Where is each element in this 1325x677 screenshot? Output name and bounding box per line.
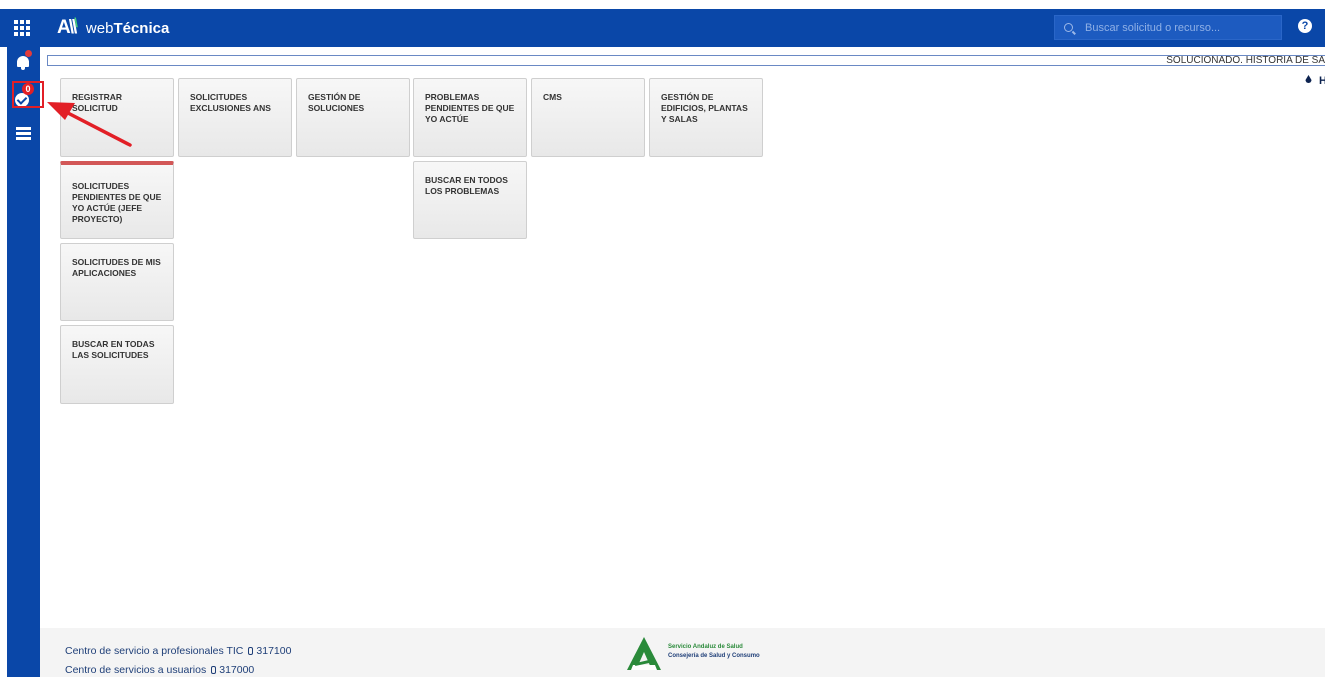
tile-cms[interactable]: CMS	[531, 78, 645, 157]
sidebar: 0	[7, 47, 40, 677]
footer-contact-tic-label: Centro de servicio a profesionales TIC	[65, 645, 244, 657]
news-ticker: SOLUCIONADO. HISTORIA DE SA	[47, 55, 1325, 66]
list-icon	[16, 127, 31, 140]
annotation-highlight-box	[12, 81, 44, 108]
footer-contact-users-label: Centro de servicios a usuarios	[65, 664, 207, 676]
sas-logo	[627, 637, 661, 670]
tile-buscar-problemas[interactable]: BUSCAR EN TODOS LOS PROBLEMAS	[413, 161, 527, 239]
tile-gestion-soluciones[interactable]: GESTIÓN DE SOLUCIONES	[296, 78, 410, 157]
tile-solicitudes-pendientes-jefe[interactable]: SOLICITUDES PENDIENTES DE QUE YO ACTÚE (…	[60, 161, 174, 239]
tile-registrar-solicitud[interactable]: REGISTRAR SOLICITUD	[60, 78, 174, 157]
search-input[interactable]	[1083, 20, 1277, 35]
tile-solicitudes-exclusiones-ans[interactable]: SOLICITUDES EXCLUSIONES ANS	[178, 78, 292, 157]
bell-alert-dot	[25, 50, 32, 57]
phone-icon	[211, 666, 217, 674]
search-box	[1054, 15, 1282, 40]
tile-solicitudes-mis-aplicaciones[interactable]: SOLICITUDES DE MIS APLICACIONES	[60, 243, 174, 321]
sas-org-name: Servicio Andaluz de Salud	[668, 644, 743, 650]
app-name: webTécnica	[85, 19, 170, 37]
footer-contact-users-phone[interactable]: 317000	[219, 664, 254, 676]
apps-grid-icon[interactable]	[14, 20, 30, 36]
search-icon	[1064, 23, 1073, 32]
tile-buscar-solicitudes[interactable]: BUSCAR EN TODAS LAS SOLICITUDES	[60, 325, 174, 404]
phone-icon	[248, 647, 254, 655]
app-logo[interactable]: A\\\ webTécnica	[57, 15, 170, 39]
footer-contact-tic: Centro de servicio a profesionales TIC 31…	[65, 645, 291, 657]
ticker-text: SOLUCIONADO. HISTORIA DE SA	[1166, 55, 1325, 66]
bell-icon	[17, 56, 29, 70]
sas-org-text: Servicio Andaluz de Salud Consejería de …	[668, 643, 760, 661]
top-bar: A\\\ webTécnica ?	[0, 9, 1325, 47]
notifications-button[interactable]	[7, 47, 40, 73]
logo-mark: A\\\	[57, 15, 78, 38]
edge-glyph: H	[1319, 75, 1325, 87]
footer: Centro de servicio a profesionales TIC 31…	[40, 628, 1325, 677]
tile-problemas-pendientes[interactable]: PROBLEMAS PENDIENTES DE QUE YO ACTÚE	[413, 78, 527, 157]
drop-icon[interactable]	[1305, 75, 1312, 84]
top-strip	[0, 0, 1325, 9]
footer-contact-users: Centro de servicios a usuarios 317000	[65, 664, 254, 676]
sas-org-subtitle: Consejería de Salud y Consumo	[668, 653, 760, 659]
footer-contact-tic-phone[interactable]: 317100	[256, 645, 291, 657]
tile-gestion-edificios[interactable]: GESTIÓN DE EDIFICIOS, PLANTAS Y SALAS	[649, 78, 763, 157]
list-view-button[interactable]	[7, 119, 40, 145]
help-icon[interactable]: ?	[1298, 19, 1312, 33]
